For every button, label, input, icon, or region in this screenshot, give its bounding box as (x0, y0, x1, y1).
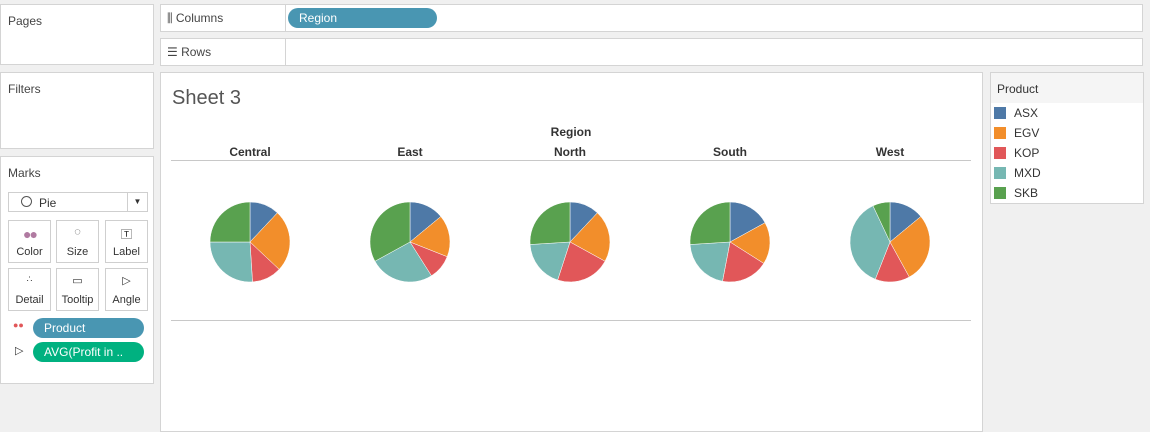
label-button[interactable]: 🅃 Label (105, 220, 148, 263)
legend-item-asx[interactable]: ASX (994, 104, 1038, 122)
marks-card: Marks Pie ▼ ●● Color ◌ Size 🅃 Label ∴ Detail… (0, 156, 154, 384)
legend-item-mxd[interactable]: MXD (994, 164, 1041, 182)
pages-shelf[interactable]: Pages (0, 4, 154, 65)
pie-slice-north-skb[interactable] (529, 201, 571, 245)
column-header-west: West (876, 145, 904, 159)
color-button[interactable]: ●● Color (8, 220, 51, 263)
label-icon: 🅃 (121, 229, 132, 241)
angle-button[interactable]: ▷ Angle (105, 268, 148, 311)
card-label: Detail (15, 294, 44, 306)
angle-icon: ▷ (15, 345, 24, 357)
legend-label: KOP (1014, 146, 1040, 160)
legend-label: EGV (1014, 126, 1040, 140)
mark-type-select[interactable]: Pie ▼ (8, 192, 148, 212)
sheet-view: Sheet 3 Region Central East North South West (160, 72, 983, 432)
pie-chart-grid: Region Central East North South West (171, 125, 971, 321)
pie-icon (21, 196, 32, 207)
legend-swatch (994, 107, 1006, 119)
rows-shelf[interactable]: ☰ Rows (160, 38, 1143, 66)
pie-slice-central-skb[interactable] (209, 201, 251, 243)
legend-swatch (994, 147, 1006, 159)
column-header-south: South (713, 145, 747, 159)
pie-slice-central-mxd[interactable] (209, 241, 253, 283)
column-header-central: Central (229, 145, 270, 159)
mark-type-value: Pie (39, 196, 57, 210)
card-label: Angle (112, 294, 141, 306)
card-label: Color (16, 246, 43, 258)
card-label: Tooltip (61, 294, 94, 306)
color-icon: ●● (13, 320, 24, 330)
product-legend: Product ASX EGV KOP MXD SKB (990, 72, 1144, 204)
legend-item-kop[interactable]: KOP (994, 144, 1039, 162)
region-pill[interactable]: Region (288, 8, 437, 28)
legend-label: MXD (1014, 166, 1041, 180)
card-label: Label (113, 246, 140, 258)
tooltip-icon: ▭ (72, 275, 83, 287)
legend-swatch (994, 187, 1006, 199)
columns-label: ⫼ Columns (161, 5, 286, 31)
profit-pill[interactable]: AVG(Profit in .. (33, 342, 144, 362)
column-header-east: East (397, 145, 422, 159)
pages-title: Pages (8, 14, 43, 28)
pie-slice-south-skb[interactable] (689, 201, 731, 245)
angle-icon: ▷ (122, 275, 131, 287)
tooltip-button[interactable]: ▭ Tooltip (56, 268, 99, 311)
legend-label: ASX (1014, 106, 1039, 120)
columns-shelf[interactable]: ⫼ Columns Region (160, 4, 1143, 32)
product-pill[interactable]: Product (33, 318, 144, 338)
detail-button[interactable]: ∴ Detail (8, 268, 51, 311)
legend-swatch (994, 127, 1006, 139)
legend-item-skb[interactable]: SKB (994, 184, 1038, 202)
sheet-title: Sheet 3 (172, 87, 241, 109)
color-icon: ●● (23, 226, 38, 242)
chevron-down-icon[interactable]: ▼ (127, 193, 147, 211)
filters-shelf[interactable]: Filters (0, 72, 154, 149)
filters-title: Filters (8, 82, 41, 96)
legend-title: Product (991, 73, 1143, 103)
detail-icon: ∴ (26, 274, 33, 284)
legend-item-egv[interactable]: EGV (994, 124, 1039, 142)
size-button[interactable]: ◌ Size (56, 220, 99, 263)
rows-label: ☰ Rows (161, 39, 286, 65)
column-header-north: North (554, 145, 586, 159)
legend-swatch (994, 167, 1006, 179)
card-label: Size (66, 246, 89, 258)
legend-label: SKB (1014, 186, 1039, 200)
size-icon: ◌ (74, 226, 81, 238)
marks-title: Marks (8, 166, 41, 180)
region-header: Region (551, 125, 592, 139)
